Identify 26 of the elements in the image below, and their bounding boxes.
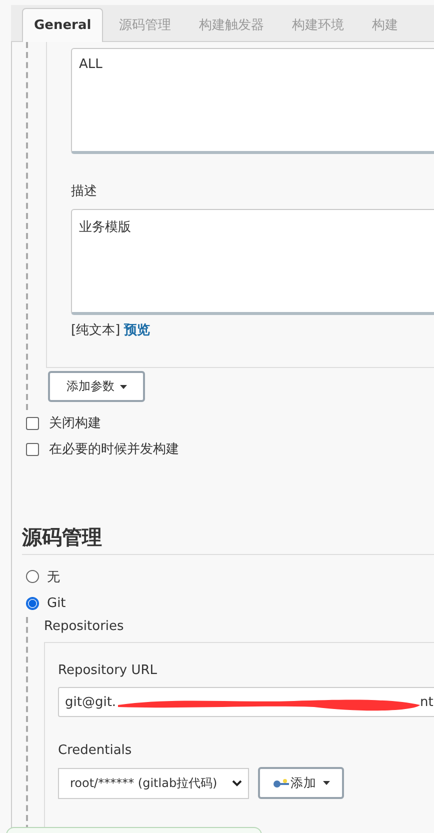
caret-icon [322, 781, 330, 785]
radio-button[interactable] [26, 570, 39, 583]
credentials-select[interactable]: root/****** (gitlab拉代码) [58, 768, 249, 798]
chevron-down-icon [232, 780, 242, 786]
key-icon [272, 778, 288, 788]
radio-label: Git [47, 596, 66, 611]
checkbox[interactable] [26, 416, 39, 430]
tab[interactable]: General [22, 8, 104, 42]
field-label: 描述 [71, 183, 98, 200]
radio-label: 无 [47, 568, 60, 586]
checkbox[interactable] [26, 442, 39, 456]
checkbox-label: 在必要的时候并发构建 [49, 441, 179, 458]
checkbox-label: 关闭构建 [49, 415, 101, 432]
preview-link[interactable]: 预览 [124, 321, 150, 339]
add-parameter-button[interactable]: 添加参数 [48, 371, 145, 402]
url-fragment: nt [420, 695, 434, 710]
default-value-field[interactable]: ALL [71, 48, 434, 154]
caret-icon [120, 384, 126, 388]
add-credentials-button[interactable]: 添加 [258, 767, 344, 799]
description-field[interactable]: 业务模版 [71, 209, 434, 315]
field-label: Repository URL [58, 663, 158, 678]
format-label: [纯文本] [71, 322, 120, 339]
section-heading: 源码管理 [22, 524, 434, 555]
repositories-label: Repositories [44, 619, 125, 634]
radio-button[interactable] [26, 597, 39, 610]
field-label: Credentials [58, 743, 133, 758]
